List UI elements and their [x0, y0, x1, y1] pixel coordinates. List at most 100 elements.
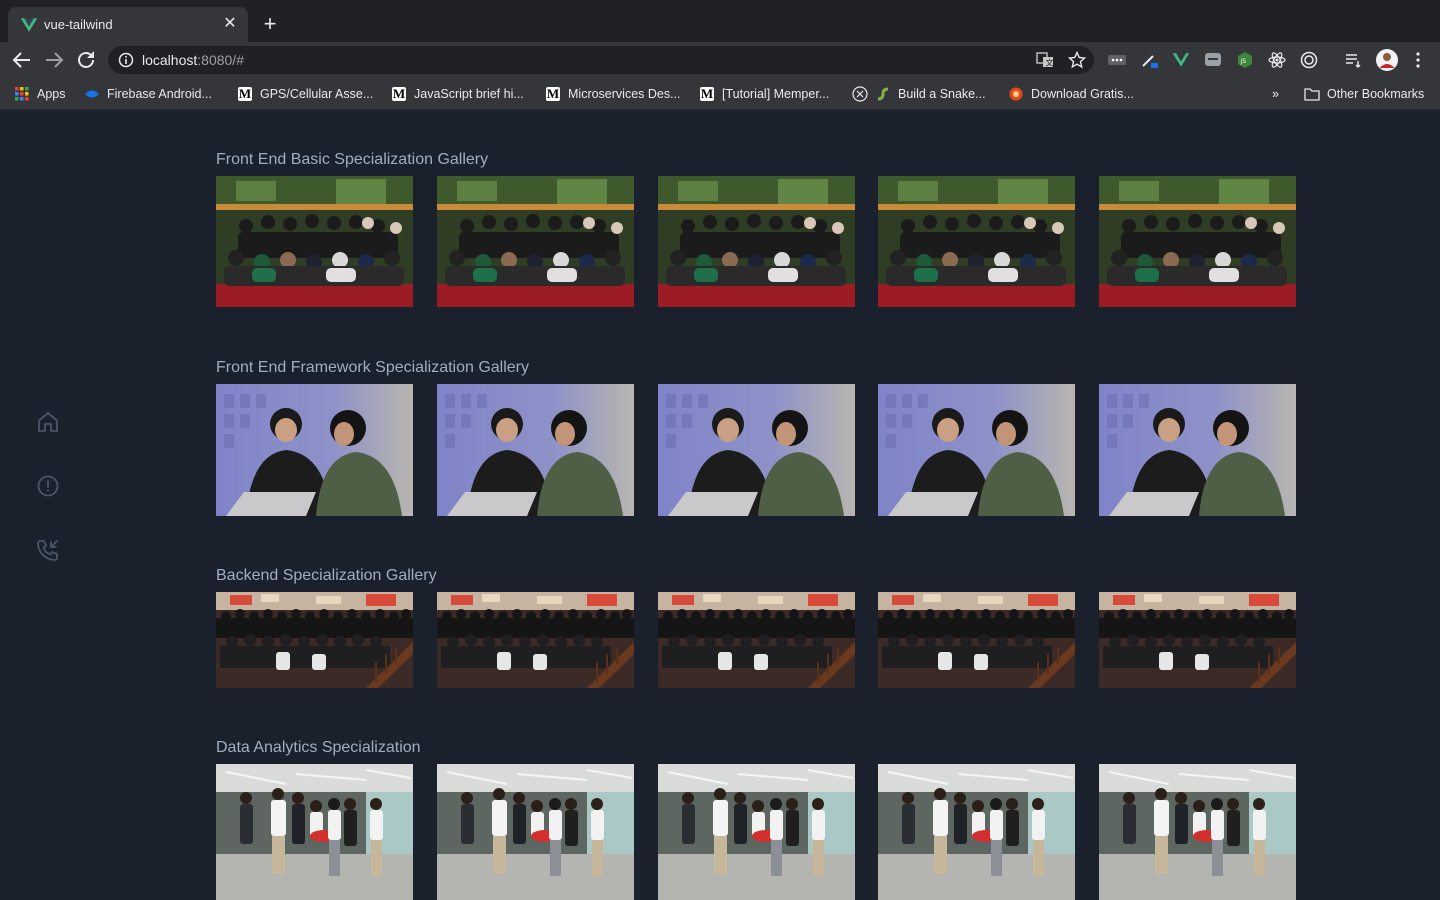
gallery-image[interactable] [437, 764, 634, 900]
close-tab-icon[interactable]: ✕ [220, 14, 240, 34]
gallery-image[interactable] [216, 764, 413, 900]
group-photo-outdoor [437, 176, 634, 307]
snake-icon [875, 86, 891, 102]
gallery-image[interactable] [1099, 176, 1296, 307]
gallery-image[interactable] [1099, 384, 1296, 516]
gallery-image[interactable] [658, 592, 855, 688]
bookmark-snake[interactable]: Build a Snake... [852, 85, 986, 103]
other-bookmarks-label: Other Bookmarks [1327, 87, 1425, 101]
address-bar[interactable]: localhost:8080/# 文 [108, 46, 1094, 74]
gallery-image[interactable] [1099, 764, 1296, 900]
gallery-image[interactable] [878, 764, 1075, 900]
svg-text:JS: JS [1240, 58, 1247, 65]
extension-dots-icon[interactable] [1108, 51, 1126, 69]
gallery-image[interactable] [437, 384, 634, 516]
forward-icon[interactable] [42, 48, 66, 72]
bookmark-label: Microservices Des... [568, 87, 681, 101]
two-people-laptop [1099, 384, 1296, 516]
alert-circle-icon[interactable] [36, 474, 60, 498]
bookmarks-bar: Apps Firebase Android... M GPS/Cellular … [0, 78, 1440, 110]
two-people-laptop [658, 384, 855, 516]
gallery-title-frontend-basic: Front End Basic Specialization Gallery [216, 151, 489, 168]
other-bookmarks[interactable]: Other Bookmarks [1304, 85, 1424, 103]
bookmark-label: GPS/Cellular Asse... [260, 87, 374, 101]
bookmark-gps[interactable]: M GPS/Cellular Asse... [237, 85, 373, 103]
info-icon[interactable] [118, 52, 134, 68]
gallery-title-frontend-framework: Front End Framework Specialization Galle… [216, 359, 530, 376]
browser-tab[interactable]: vue-tailwind ✕ [8, 7, 248, 42]
gallery-image[interactable] [878, 176, 1075, 307]
gallery-image[interactable] [437, 592, 634, 688]
bookmark-download[interactable]: Download Gratis... [1008, 85, 1134, 103]
bookmarks-overflow-button[interactable]: » [1272, 85, 1279, 103]
two-people-laptop [437, 384, 634, 516]
large-group-photo [1099, 592, 1296, 688]
page-content: Front End Basic Specialization Gallery F… [0, 110, 1440, 900]
phone-incoming-icon[interactable] [36, 538, 60, 562]
gallery-image[interactable] [1099, 592, 1296, 688]
gallery-image[interactable] [216, 176, 413, 307]
bookmark-microservices[interactable]: M Microservices Des... [545, 85, 681, 103]
bookmark-apps[interactable]: Apps [14, 85, 66, 103]
gallery-image[interactable] [658, 176, 855, 307]
two-people-laptop [878, 384, 1075, 516]
bookmark-label: Build a Snake... [898, 87, 986, 101]
group-photo-outdoor [878, 176, 1075, 307]
firebase-icon [84, 86, 100, 102]
medium-icon: M [546, 86, 560, 101]
gallery-image[interactable] [658, 384, 855, 516]
medium-icon: M [238, 86, 252, 101]
menu-kebab-icon[interactable] [1409, 51, 1427, 69]
react-devtools-icon[interactable] [1268, 51, 1286, 69]
bookmark-label: Apps [37, 87, 66, 101]
standing-group-photo [1099, 764, 1296, 900]
close-circle-icon [852, 86, 868, 102]
medium-icon: M [392, 86, 406, 101]
url-host: localhost [142, 52, 198, 68]
group-photo-outdoor [1099, 176, 1296, 307]
profile-avatar-icon[interactable] [1376, 49, 1398, 71]
group-photo-outdoor [216, 176, 413, 307]
chat-extension-icon[interactable] [1204, 51, 1222, 69]
gallery-image[interactable] [216, 384, 413, 516]
tab-title: vue-tailwind [44, 17, 113, 32]
star-icon[interactable] [1068, 51, 1086, 69]
back-icon[interactable] [10, 48, 34, 72]
standing-group-photo [658, 764, 855, 900]
browser-toolbar: localhost:8080/# 文 JS [0, 42, 1440, 78]
vue-devtools-icon[interactable] [1172, 51, 1190, 69]
target-extension-icon[interactable] [1300, 51, 1318, 69]
reading-list-icon[interactable] [1344, 51, 1362, 69]
bookmark-tutorial[interactable]: M [Tutorial] Memper... [699, 85, 829, 103]
medium-icon: M [700, 86, 714, 101]
gallery-image[interactable] [437, 176, 634, 307]
bookmark-firebase[interactable]: Firebase Android... [84, 85, 212, 103]
gallery-title-backend: Backend Specialization Gallery [216, 567, 437, 584]
folder-icon [1304, 86, 1320, 102]
bookmark-label: Firebase Android... [107, 87, 212, 101]
standing-group-photo [216, 764, 413, 900]
two-people-laptop [216, 384, 413, 516]
gallery-image[interactable] [878, 384, 1075, 516]
pen-extension-icon[interactable] [1140, 51, 1158, 69]
group-photo-outdoor [658, 176, 855, 307]
url-text[interactable]: localhost:8080/# [142, 52, 244, 68]
reload-icon[interactable] [74, 48, 98, 72]
bookmark-javascript[interactable]: M JavaScript brief hi... [391, 85, 524, 103]
url-path: :8080/# [197, 52, 244, 68]
large-group-photo [878, 592, 1075, 688]
large-group-photo [658, 592, 855, 688]
nodejs-extension-icon[interactable]: JS [1236, 51, 1254, 69]
home-icon[interactable] [36, 410, 60, 434]
gallery-image[interactable] [216, 592, 413, 688]
bookmark-label: JavaScript brief hi... [414, 87, 524, 101]
gallery-image[interactable] [658, 764, 855, 900]
new-tab-icon[interactable]: + [258, 13, 282, 37]
gallery-image[interactable] [878, 592, 1075, 688]
apps-grid-icon [14, 86, 30, 102]
large-group-photo [437, 592, 634, 688]
download-icon [1008, 86, 1024, 102]
tab-strip: vue-tailwind ✕ + [0, 0, 1440, 42]
standing-group-photo [437, 764, 634, 900]
translate-icon[interactable]: 文 [1036, 51, 1054, 69]
